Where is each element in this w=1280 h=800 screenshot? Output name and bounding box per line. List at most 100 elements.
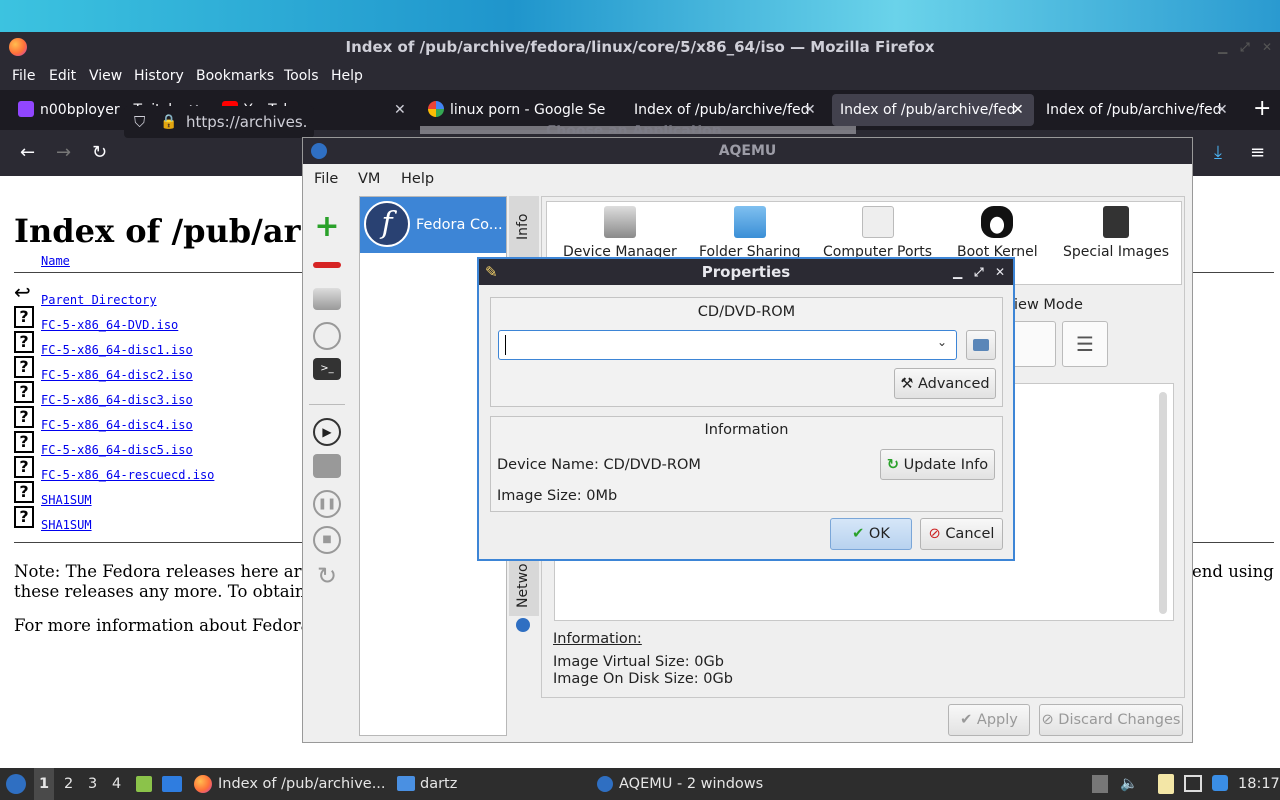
- aqemu-menu-help[interactable]: Help: [401, 164, 434, 194]
- reset-icon[interactable]: ↻: [313, 562, 341, 590]
- workspace-1[interactable]: 1: [34, 768, 54, 800]
- browse-button[interactable]: [966, 330, 996, 360]
- unknown-file-icon: ?: [14, 306, 34, 328]
- scrollbar[interactable]: [1159, 392, 1167, 614]
- device-manager-icon: [603, 206, 636, 238]
- update-info-button[interactable]: ↻ Update Info: [880, 449, 995, 480]
- close-icon[interactable]: ✕: [1262, 32, 1272, 62]
- files-launcher-icon[interactable]: [136, 776, 152, 792]
- file-link[interactable]: SHA1SUM: [41, 493, 92, 507]
- hamburger-menu-icon[interactable]: ≡: [1250, 142, 1265, 163]
- workspace-4[interactable]: 4: [112, 768, 121, 800]
- vm-list-item-selected[interactable]: f Fedora Co...: [360, 197, 506, 253]
- chevron-down-icon[interactable]: ⌄: [937, 335, 947, 349]
- save-icon[interactable]: [313, 454, 341, 478]
- cancel-button[interactable]: ⊘ Cancel: [920, 518, 1003, 550]
- network-icon: [516, 618, 530, 632]
- tab-close-icon[interactable]: ✕: [1012, 94, 1024, 126]
- menu-file[interactable]: File: [12, 62, 35, 90]
- boot-kernel-button[interactable]: Boot Kernel: [957, 206, 1038, 260]
- hdd-icon[interactable]: [313, 288, 341, 310]
- volume-icon[interactable]: 🔈: [1120, 768, 1138, 800]
- file-link[interactable]: FC-5-x86_64-disc4.iso: [41, 418, 193, 432]
- reload-icon[interactable]: ↻: [92, 142, 107, 163]
- url-text: https://archives.: [186, 113, 308, 131]
- tab-index-active[interactable]: Index of /pub/archive/fed ✕: [832, 94, 1034, 126]
- file-link[interactable]: FC-5-x86_64-DVD.iso: [41, 318, 178, 332]
- tab-close-icon[interactable]: ✕: [394, 94, 406, 126]
- file-link[interactable]: FC-5-x86_64-disc3.iso: [41, 393, 193, 407]
- apply-label: Apply: [976, 712, 1018, 728]
- maximize-icon[interactable]: ⤢: [1240, 32, 1250, 62]
- discard-changes-button[interactable]: ⊘ Discard Changes: [1039, 704, 1183, 736]
- back-icon[interactable]: ←: [20, 142, 35, 163]
- tab-index-1[interactable]: Index of /pub/archive/fed ✕: [626, 94, 824, 126]
- folder-sharing-button[interactable]: Folder Sharing: [699, 206, 800, 260]
- aqemu-toolbar: + >_ ▶ ❚❚ ■ ↻: [309, 196, 345, 736]
- download-icon[interactable]: ⤓: [1214, 142, 1222, 163]
- tab-info[interactable]: Info: [515, 214, 531, 241]
- tab-index-3[interactable]: Index of /pub/archive/fed ✕: [1038, 94, 1234, 126]
- tray-upload-icon[interactable]: [1092, 775, 1108, 793]
- page-heading: Index of /pub/ar: [14, 212, 301, 250]
- menu-help[interactable]: Help: [331, 62, 363, 90]
- forward-icon[interactable]: →: [56, 142, 71, 163]
- file-link[interactable]: Parent Directory: [41, 293, 157, 307]
- minimize-icon[interactable]: ▁: [1218, 32, 1227, 62]
- aqemu-menu-file[interactable]: File: [314, 164, 338, 194]
- task-dartz[interactable]: dartz: [420, 768, 457, 800]
- file-link[interactable]: FC-5-x86_64-disc2.iso: [41, 368, 193, 382]
- remove-vm-icon[interactable]: [313, 262, 341, 268]
- tab-network[interactable]: Netwo: [515, 563, 531, 608]
- file-link[interactable]: FC-5-x86_64-disc5.iso: [41, 443, 193, 457]
- menu-history[interactable]: History: [134, 62, 184, 90]
- aqemu-menu-vm[interactable]: VM: [358, 164, 380, 194]
- menu-view[interactable]: View: [89, 62, 122, 90]
- workspace-3[interactable]: 3: [88, 768, 97, 800]
- play-icon[interactable]: ▶: [313, 418, 341, 446]
- url-bar[interactable]: ⛉ 🔒 https://archives.: [124, 106, 314, 138]
- menu-bookmarks[interactable]: Bookmarks: [196, 62, 274, 90]
- device-manager-button[interactable]: Device Manager: [563, 206, 677, 260]
- network-tray-icon[interactable]: [1184, 775, 1202, 792]
- name-column-link[interactable]: Name: [41, 254, 70, 268]
- menu-edit[interactable]: Edit: [49, 62, 76, 90]
- file-link[interactable]: SHA1SUM: [41, 518, 92, 532]
- maximize-icon[interactable]: ⤢: [974, 259, 984, 285]
- desktop-launcher-icon[interactable]: [162, 776, 182, 792]
- file-link[interactable]: FC-5-x86_64-rescuecd.iso: [41, 468, 214, 482]
- pause-icon[interactable]: ❚❚: [313, 490, 341, 518]
- menu-tools[interactable]: Tools: [284, 62, 319, 90]
- folder-icon: [733, 206, 766, 238]
- aqemu-task-icon: [597, 776, 613, 792]
- tab-google[interactable]: linux porn - Google Se: [420, 94, 620, 126]
- notification-icon[interactable]: [1212, 775, 1228, 791]
- tab-close-icon[interactable]: ✕: [804, 94, 816, 126]
- clock-icon[interactable]: [313, 322, 341, 350]
- view-list-button[interactable]: ☰: [1062, 321, 1108, 367]
- file-link[interactable]: FC-5-x86_64-disc1.iso: [41, 343, 193, 357]
- unknown-file-icon: ?: [14, 431, 34, 453]
- add-vm-icon[interactable]: +: [313, 212, 341, 242]
- computer-ports-button[interactable]: Computer Ports: [823, 206, 932, 260]
- apply-button[interactable]: ✔ Apply: [948, 704, 1030, 736]
- start-menu-icon[interactable]: [6, 774, 26, 794]
- task-firefox[interactable]: Index of /pub/archive...: [218, 768, 386, 800]
- minimize-icon[interactable]: ▁: [953, 259, 962, 285]
- tab-close-icon[interactable]: ✕: [1216, 94, 1228, 126]
- clipboard-icon[interactable]: [1158, 774, 1174, 794]
- special-images-button[interactable]: Special Images: [1063, 206, 1169, 260]
- new-tab-icon[interactable]: +: [1253, 96, 1271, 121]
- advanced-label: Advanced: [917, 376, 990, 392]
- close-icon[interactable]: ✕: [995, 259, 1005, 285]
- terminal-icon[interactable]: >_: [313, 358, 341, 380]
- lock-icon: 🔒: [160, 114, 178, 130]
- image-path-combobox[interactable]: ⌄: [498, 330, 957, 360]
- workspace-2[interactable]: 2: [64, 768, 73, 800]
- stop-icon[interactable]: ■: [313, 526, 341, 554]
- view-icons-button[interactable]: [1010, 321, 1056, 367]
- ok-button[interactable]: ✔ OK: [830, 518, 912, 550]
- advanced-button[interactable]: ⚒ Advanced: [894, 368, 996, 399]
- unknown-file-icon: ?: [14, 331, 34, 353]
- task-aqemu[interactable]: AQEMU - 2 windows: [619, 768, 763, 800]
